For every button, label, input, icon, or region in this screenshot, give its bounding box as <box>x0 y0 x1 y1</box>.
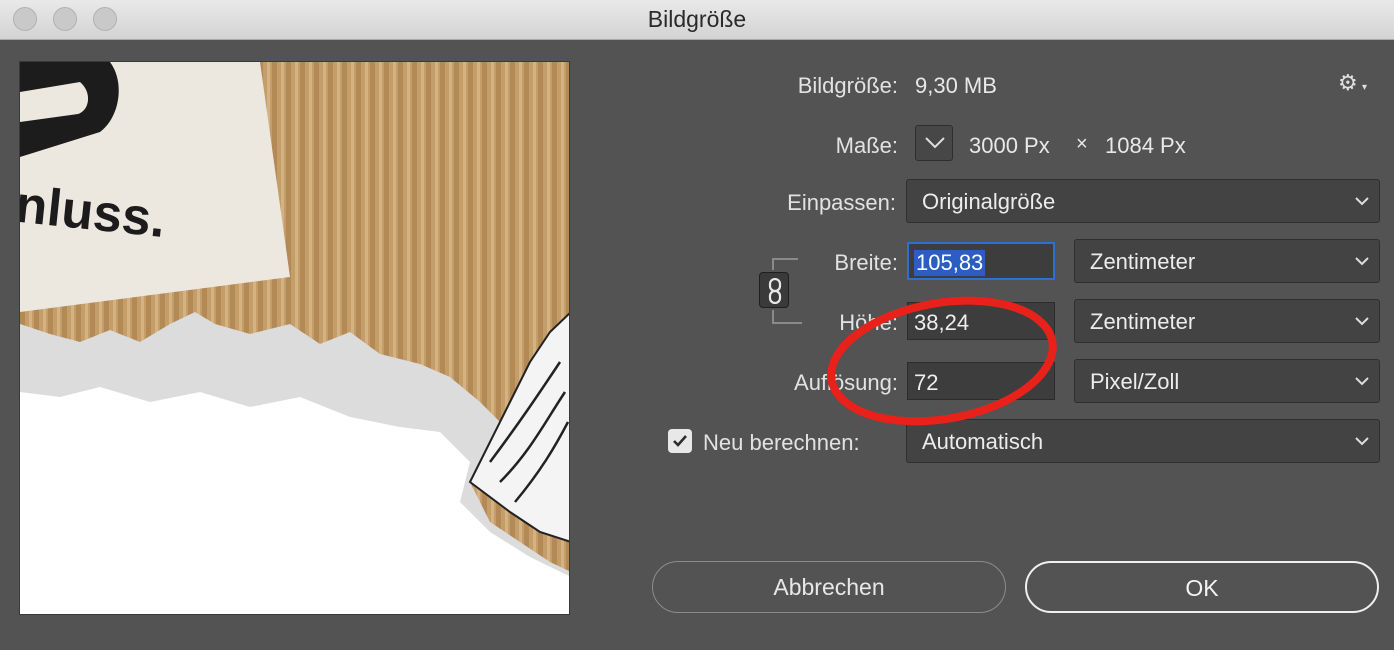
window-title: Bildgröße <box>647 6 747 32</box>
resolution-unit-select[interactable]: Pixel/Zoll <box>1074 359 1380 403</box>
image-size-label: Bildgröße: <box>797 73 898 98</box>
resample-checkbox[interactable] <box>668 429 692 453</box>
fit-label: Einpassen: <box>787 190 896 215</box>
image-size-value: 9,30 MB <box>915 73 997 98</box>
height-unit-value: Zentimeter <box>1090 309 1196 334</box>
chevron-down-icon <box>1355 377 1369 386</box>
width-unit-select[interactable]: Zentimeter <box>1074 239 1380 283</box>
chevron-down-icon[interactable]: ▾ <box>1362 82 1367 93</box>
resolution-unit-value: Pixel/Zoll <box>1090 369 1180 394</box>
width-label: Breite: <box>834 250 898 275</box>
dimension-width-px: 3000 Px <box>969 133 1050 158</box>
chevron-down-icon <box>925 137 945 149</box>
preview-artwork: nluss. <box>20 62 569 614</box>
cancel-button[interactable]: Abbrechen <box>652 561 1006 613</box>
resolution-label: Auflösung: <box>794 370 898 395</box>
title-bar: Bildgröße <box>0 0 1394 40</box>
resample-select[interactable]: Automatisch <box>906 419 1380 463</box>
times-symbol: × <box>1076 133 1088 155</box>
height-unit-select[interactable]: Zentimeter <box>1074 299 1380 343</box>
width-unit-value: Zentimeter <box>1090 249 1196 274</box>
chain-link-icon <box>768 278 782 304</box>
resolution-input-value: 72 <box>914 370 939 395</box>
fit-select-value: Originalgröße <box>922 189 1056 214</box>
gear-icon[interactable]: ⚙ <box>1338 70 1358 96</box>
width-input-value: 105,83 <box>914 250 986 276</box>
checkmark-icon <box>673 435 687 447</box>
chevron-down-icon <box>1355 257 1369 266</box>
height-input-value: 38,24 <box>914 310 970 335</box>
ok-button[interactable]: OK <box>1025 561 1379 613</box>
fit-select[interactable]: Originalgröße <box>906 179 1380 223</box>
dimensions-label: Maße: <box>835 133 898 158</box>
image-preview[interactable]: nluss. <box>19 61 570 615</box>
dimensions-unit-toggle[interactable] <box>915 125 953 161</box>
dimension-height-px: 1084 Px <box>1105 133 1186 158</box>
chevron-down-icon <box>1355 437 1369 446</box>
resample-label: Neu berechnen: <box>703 430 860 455</box>
constraint-bracket-top <box>772 258 798 270</box>
constrain-proportions-button[interactable] <box>759 272 789 308</box>
chevron-down-icon <box>1355 197 1369 206</box>
width-input[interactable]: 105,83 <box>907 242 1055 280</box>
resample-select-value: Automatisch <box>922 429 1044 454</box>
height-input[interactable]: 38,24 <box>907 302 1055 340</box>
chevron-down-icon <box>1355 317 1369 326</box>
height-label: Höhe: <box>839 310 898 335</box>
resolution-input[interactable]: 72 <box>907 362 1055 400</box>
